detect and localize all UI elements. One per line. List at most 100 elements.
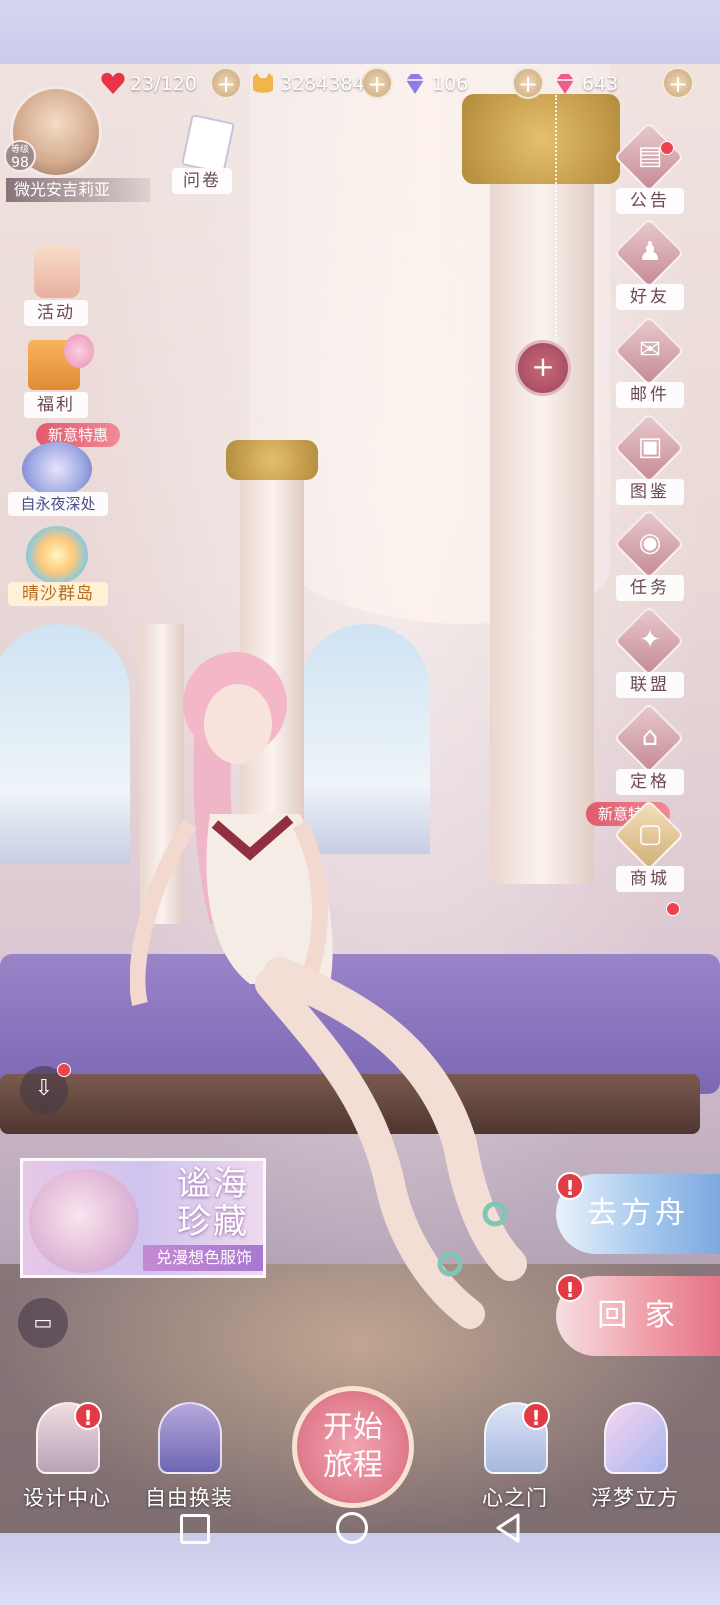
go-ark-label: 去方舟 [587, 1196, 689, 1231]
system-recents-button[interactable] [180, 1508, 210, 1548]
nav-photo-label: 定格 [616, 769, 684, 795]
nav-shop[interactable]: ▢ 商城 [612, 799, 688, 898]
banner-title-line2: 珍藏 [177, 1202, 249, 1242]
gold-counter: 3284384 [250, 66, 365, 102]
player-name: 微光安吉莉亚 [6, 178, 150, 202]
nav-alliance-label: 联盟 [616, 672, 684, 698]
level-number: 98 [11, 155, 29, 171]
clipboard-icon [181, 113, 235, 175]
go-home-label: 回 家 [597, 1298, 679, 1333]
pink-gem-icon [552, 71, 578, 97]
notification-dot [57, 1063, 71, 1077]
nav-shop-label: 商城 [616, 866, 684, 892]
notification-dot [666, 902, 680, 916]
nav-collection-label: 图鉴 [616, 479, 684, 505]
diamond-counter: 106 [402, 66, 468, 102]
top-frame [0, 0, 720, 64]
diamond-value: 106 [432, 73, 469, 95]
system-home-button[interactable] [336, 1508, 368, 1548]
event-night-label: 自永夜深处 [8, 492, 108, 516]
gold-value: 3284384 [280, 73, 365, 95]
level-badge: 等级 98 [4, 140, 36, 172]
nav-announcement[interactable]: ▤ 公告 [612, 121, 688, 220]
alert-icon: ! [522, 1402, 550, 1430]
nav-dream-cube[interactable]: 浮梦立方 [570, 1400, 700, 1520]
back-triangle-icon [496, 1513, 520, 1543]
add-stamina-button[interactable]: + [210, 67, 242, 99]
stamina-value: 23/120 [130, 73, 197, 95]
alert-icon: ! [556, 1172, 584, 1200]
banner-title-line1: 谧海 [177, 1164, 249, 1204]
task-icon: ◉ [638, 528, 662, 558]
house-icon: ⌂ [641, 722, 659, 752]
nav-photo[interactable]: ⌂ 定格 [612, 702, 688, 801]
nav-collection[interactable]: ▣ 图鉴 [612, 412, 688, 511]
survey-label: 问卷 [172, 168, 232, 194]
level-label: 等级 [10, 145, 29, 155]
alert-icon: ! [74, 1402, 102, 1430]
circle-icon [336, 1512, 368, 1544]
gem-counter: 643 [552, 66, 618, 102]
pillar-cap-center [226, 440, 318, 480]
event-island-button[interactable]: 晴沙群岛 [8, 526, 108, 606]
gem-value: 643 [582, 73, 619, 95]
resource-bar: 23/120 + 3284384 + 106 + 643 + [88, 66, 720, 106]
start-journey-line1: 开始 [323, 1410, 383, 1445]
nav-friends[interactable]: ♟ 好友 [612, 217, 688, 316]
start-journey-line2: 旅程 [323, 1448, 383, 1483]
nav-mail[interactable]: ✉ 邮件 [612, 315, 688, 414]
chat-bubble-icon: ▭ [33, 1310, 53, 1334]
notice-board-icon: ▤ [637, 141, 663, 171]
nav-mail-label: 邮件 [616, 382, 684, 408]
banner-character-art [29, 1169, 139, 1273]
cube-icon [604, 1402, 668, 1474]
nav-design-center-label: 设计中心 [23, 1486, 111, 1510]
arch-window-left [0, 624, 130, 864]
banner-title: 谧海 珍藏 [163, 1165, 263, 1241]
scene-action-button[interactable]: + [515, 340, 571, 396]
diamond-icon [402, 71, 428, 97]
nav-free-outfit[interactable]: 自由换装 [124, 1400, 254, 1520]
square-icon [180, 1514, 210, 1544]
nav-design-center[interactable]: 设计中心 [2, 1400, 132, 1520]
add-gold-button[interactable]: + [361, 67, 393, 99]
alliance-wings-icon: ✦ [639, 625, 661, 655]
nav-dream-cube-label: 浮梦立方 [591, 1486, 679, 1510]
book-icon: ▣ [637, 432, 663, 462]
event-island-label: 晴沙群岛 [8, 582, 108, 606]
welfare-button[interactable]: 福利 [20, 334, 96, 418]
shop-bag-icon: ▢ [637, 819, 663, 849]
pillar-cap-right [462, 94, 620, 184]
promo-banner[interactable]: 谧海 珍藏 兑漫想色服饰 [20, 1158, 266, 1278]
system-back-button[interactable] [494, 1508, 522, 1548]
alert-icon: ! [556, 1274, 584, 1302]
dotted-guide-line [555, 95, 557, 355]
start-journey-button[interactable]: 开始 旅程 [292, 1386, 414, 1508]
activity-button[interactable]: 活动 [20, 246, 92, 326]
survey-button[interactable]: 问卷 [172, 113, 236, 196]
stamina-counter: 23/120 [100, 66, 197, 102]
event-night-button[interactable]: 自永夜深处 [8, 440, 108, 518]
add-gem-button[interactable]: + [662, 67, 694, 99]
welfare-label: 福利 [24, 392, 88, 418]
heart-icon [100, 71, 126, 97]
friend-icon: ♟ [638, 237, 662, 267]
nav-tasks[interactable]: ◉ 任务 [612, 508, 688, 607]
notification-dot [660, 141, 674, 155]
nav-announcement-label: 公告 [616, 188, 684, 214]
ferris-wheel-icon [26, 526, 88, 584]
cat-coin-icon [250, 71, 276, 97]
add-diamond-button[interactable]: + [512, 67, 544, 99]
nav-alliance[interactable]: ✦ 联盟 [612, 605, 688, 704]
mail-icon: ✉ [639, 335, 661, 365]
nav-tasks-label: 任务 [616, 575, 684, 601]
dress-form-icon [158, 1402, 222, 1474]
moon-portal-icon [22, 442, 92, 496]
banner-subtitle: 兑漫想色服饰 [143, 1245, 263, 1271]
hourglass-icon [34, 246, 80, 298]
nav-heart-gate[interactable]: 心之门 [450, 1400, 580, 1520]
balloon-icon [64, 334, 94, 368]
activity-label: 活动 [24, 300, 88, 326]
chat-button[interactable]: ▭ [18, 1298, 68, 1348]
download-icon: ⇩ [34, 1076, 54, 1101]
